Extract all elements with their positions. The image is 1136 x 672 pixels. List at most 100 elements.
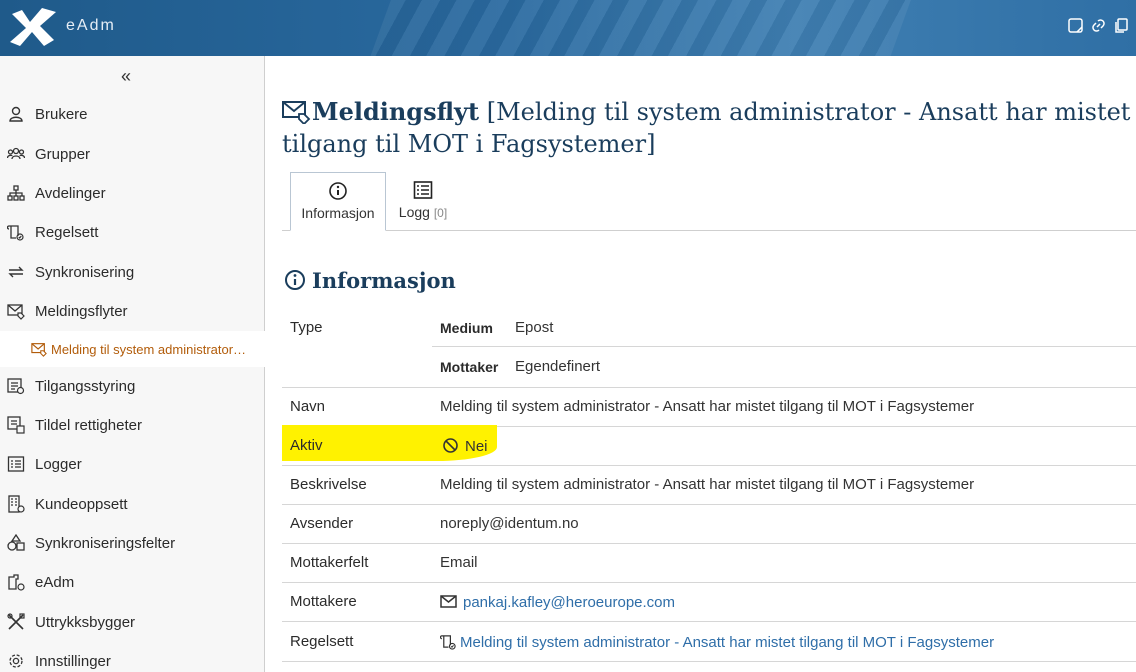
shapes-icon	[7, 534, 25, 551]
tab-bar: Informasjon Logg [0]	[282, 172, 1136, 231]
detail-value: Egendefinert	[515, 358, 601, 375]
ruleset-link[interactable]: Melding til system administrator - Ansat…	[460, 634, 994, 651]
tab-label: Logg	[398, 204, 430, 220]
sidebar-item-avdelinger[interactable]: Avdelinger	[0, 175, 265, 211]
sidebar-item-label: Tilgangsstyring	[35, 377, 136, 395]
detail-label: Navn	[290, 398, 326, 415]
detail-value: Melding til system administrator - Ansat…	[440, 476, 975, 493]
list-icon	[413, 181, 433, 199]
log-icon	[7, 456, 25, 472]
sidebar-item-meldingsflyter[interactable]: Meldingsflyter	[0, 293, 265, 329]
detail-label: Beskrivelse	[290, 476, 367, 493]
detail-value-regelsett: Melding til system administrator - Ansat…	[440, 633, 994, 651]
sidebar-item-kundeoppsett[interactable]: Kundeoppsett	[0, 486, 265, 522]
detail-value: Email	[440, 554, 478, 571]
divider	[432, 346, 1136, 347]
detail-row-type: Type Medium Epost Mottaker Egendefinert	[282, 308, 1136, 388]
sidebar-item-eadm[interactable]: eAdm	[0, 564, 265, 600]
sidebar-item-label: Regelsett	[35, 223, 99, 241]
ruleset-icon	[440, 635, 456, 650]
org-chart-icon	[7, 185, 25, 201]
sidebar-item-label: Brukere	[35, 105, 88, 123]
sidebar-item-label: Grupper	[35, 145, 91, 163]
detail-sublabel: Mottaker	[440, 359, 499, 375]
detail-value: Epost	[515, 319, 554, 336]
gear-icon	[9, 654, 23, 668]
assign-rights-icon	[7, 416, 25, 434]
detail-row-mottakere: Mottakere pankaj.kafley@heroeurope.com	[282, 583, 1136, 622]
sidebar-item-grupper[interactable]: Grupper	[0, 136, 265, 172]
page-title: Meldingsflyt [Melding til system adminis…	[282, 96, 1132, 160]
top-bar: eAdm	[0, 0, 1136, 56]
detail-value-aktiv: Nei	[442, 437, 488, 455]
app-logo[interactable]	[8, 6, 60, 48]
copy-icon[interactable]	[1113, 17, 1130, 34]
detail-row-mottakerfelt: Mottakerfelt Email	[282, 544, 1136, 583]
detail-row-avsender: Avsender noreply@identum.no	[282, 505, 1136, 544]
detail-label: Mottakere	[290, 593, 357, 610]
envelope-icon	[440, 595, 457, 608]
brand-name: eAdm	[66, 17, 116, 34]
sidebar-item-uttrykksbygger[interactable]: Uttrykksbygger	[0, 604, 265, 640]
message-flow-icon	[7, 304, 25, 320]
detail-label: Aktiv	[290, 437, 323, 454]
sidebar-subitem-active[interactable]: Melding til system administrator…	[0, 331, 265, 367]
access-icon	[7, 378, 25, 395]
detail-row-navn: Navn Melding til system administrator - …	[282, 388, 1136, 427]
sidebar-item-label: Tildel rettigheter	[35, 416, 142, 434]
tab-logg[interactable]: Logg [0]	[388, 172, 458, 231]
sidebar: « Brukere Grupper Avdelinger Regelsett S…	[0, 56, 265, 672]
ruleset-icon	[7, 225, 24, 241]
detail-label: Mottakerfelt	[290, 554, 369, 571]
sidebar-item-label: Innstillinger	[35, 652, 111, 670]
top-icons	[1067, 17, 1130, 34]
sidebar-item-label: Uttrykksbygger	[35, 613, 136, 631]
detail-label: Regelsett	[290, 633, 354, 650]
detail-value: noreply@identum.no	[440, 515, 579, 532]
sidebar-item-regelsett[interactable]: Regelsett	[0, 214, 265, 250]
sidebar-item-synkronisering[interactable]: Synkronisering	[0, 254, 265, 290]
sidebar-subitem-label: Melding til system administrator…	[51, 341, 247, 357]
detail-row-aktiv: Aktiv Nei	[282, 427, 1136, 466]
tab-label: Informasjon	[301, 205, 375, 221]
info-icon	[285, 270, 305, 290]
main-content: Meldingsflyt [Melding til system adminis…	[266, 56, 1136, 672]
link-icon[interactable]	[1090, 17, 1107, 34]
building-icon	[8, 495, 25, 513]
note-icon[interactable]	[1067, 17, 1084, 34]
header-background	[361, 0, 919, 56]
eadm-icon	[8, 574, 25, 591]
sidebar-item-label: Meldingsflyter	[35, 302, 128, 320]
sync-icon	[8, 266, 24, 278]
info-icon	[329, 182, 347, 200]
detail-value-mottakere: pankaj.kafley@heroeurope.com	[440, 593, 675, 611]
sidebar-item-synkroniseringsfelter[interactable]: Synkroniseringsfelter	[0, 525, 265, 561]
sidebar-item-innstillinger[interactable]: Innstillinger	[0, 643, 265, 672]
sidebar-item-label: Logger	[35, 455, 82, 473]
ban-icon	[443, 438, 458, 453]
message-flow-icon	[282, 101, 311, 124]
tools-icon	[7, 613, 25, 630]
sidebar-item-label: eAdm	[35, 573, 75, 591]
page-title-type: Meldingsflyt	[312, 97, 480, 126]
detail-row-beskrivelse: Beskrivelse Melding til system administr…	[282, 466, 1136, 505]
detail-label: Avsender	[290, 515, 354, 532]
sidebar-item-label: Synkroniseringsfelter	[35, 534, 176, 552]
sidebar-item-label: Synkronisering	[35, 263, 135, 281]
sidebar-item-brukere[interactable]: Brukere	[0, 96, 265, 132]
detail-sublabel: Medium	[440, 320, 493, 336]
sidebar-item-logger[interactable]: Logger	[0, 446, 265, 482]
tab-informasjon[interactable]: Informasjon	[290, 172, 386, 231]
aktiv-value-text: Nei	[465, 438, 488, 455]
detail-label: Type	[290, 319, 323, 336]
message-flow-icon	[31, 343, 47, 357]
detail-row-regelsett: Regelsett Melding til system administrat…	[282, 622, 1136, 662]
sidebar-item-tildel-rettigheter[interactable]: Tildel rettigheter	[0, 407, 265, 443]
section-title: Informasjon	[284, 268, 456, 293]
user-icon	[9, 106, 23, 122]
sidebar-item-label: Avdelinger	[35, 184, 106, 202]
sidebar-item-tilgangsstyring[interactable]: Tilgangsstyring	[0, 368, 265, 404]
detail-value: Melding til system administrator - Ansat…	[440, 398, 975, 415]
collapse-sidebar-button[interactable]: «	[121, 66, 131, 87]
recipient-email-link[interactable]: pankaj.kafley@heroeurope.com	[463, 594, 675, 611]
